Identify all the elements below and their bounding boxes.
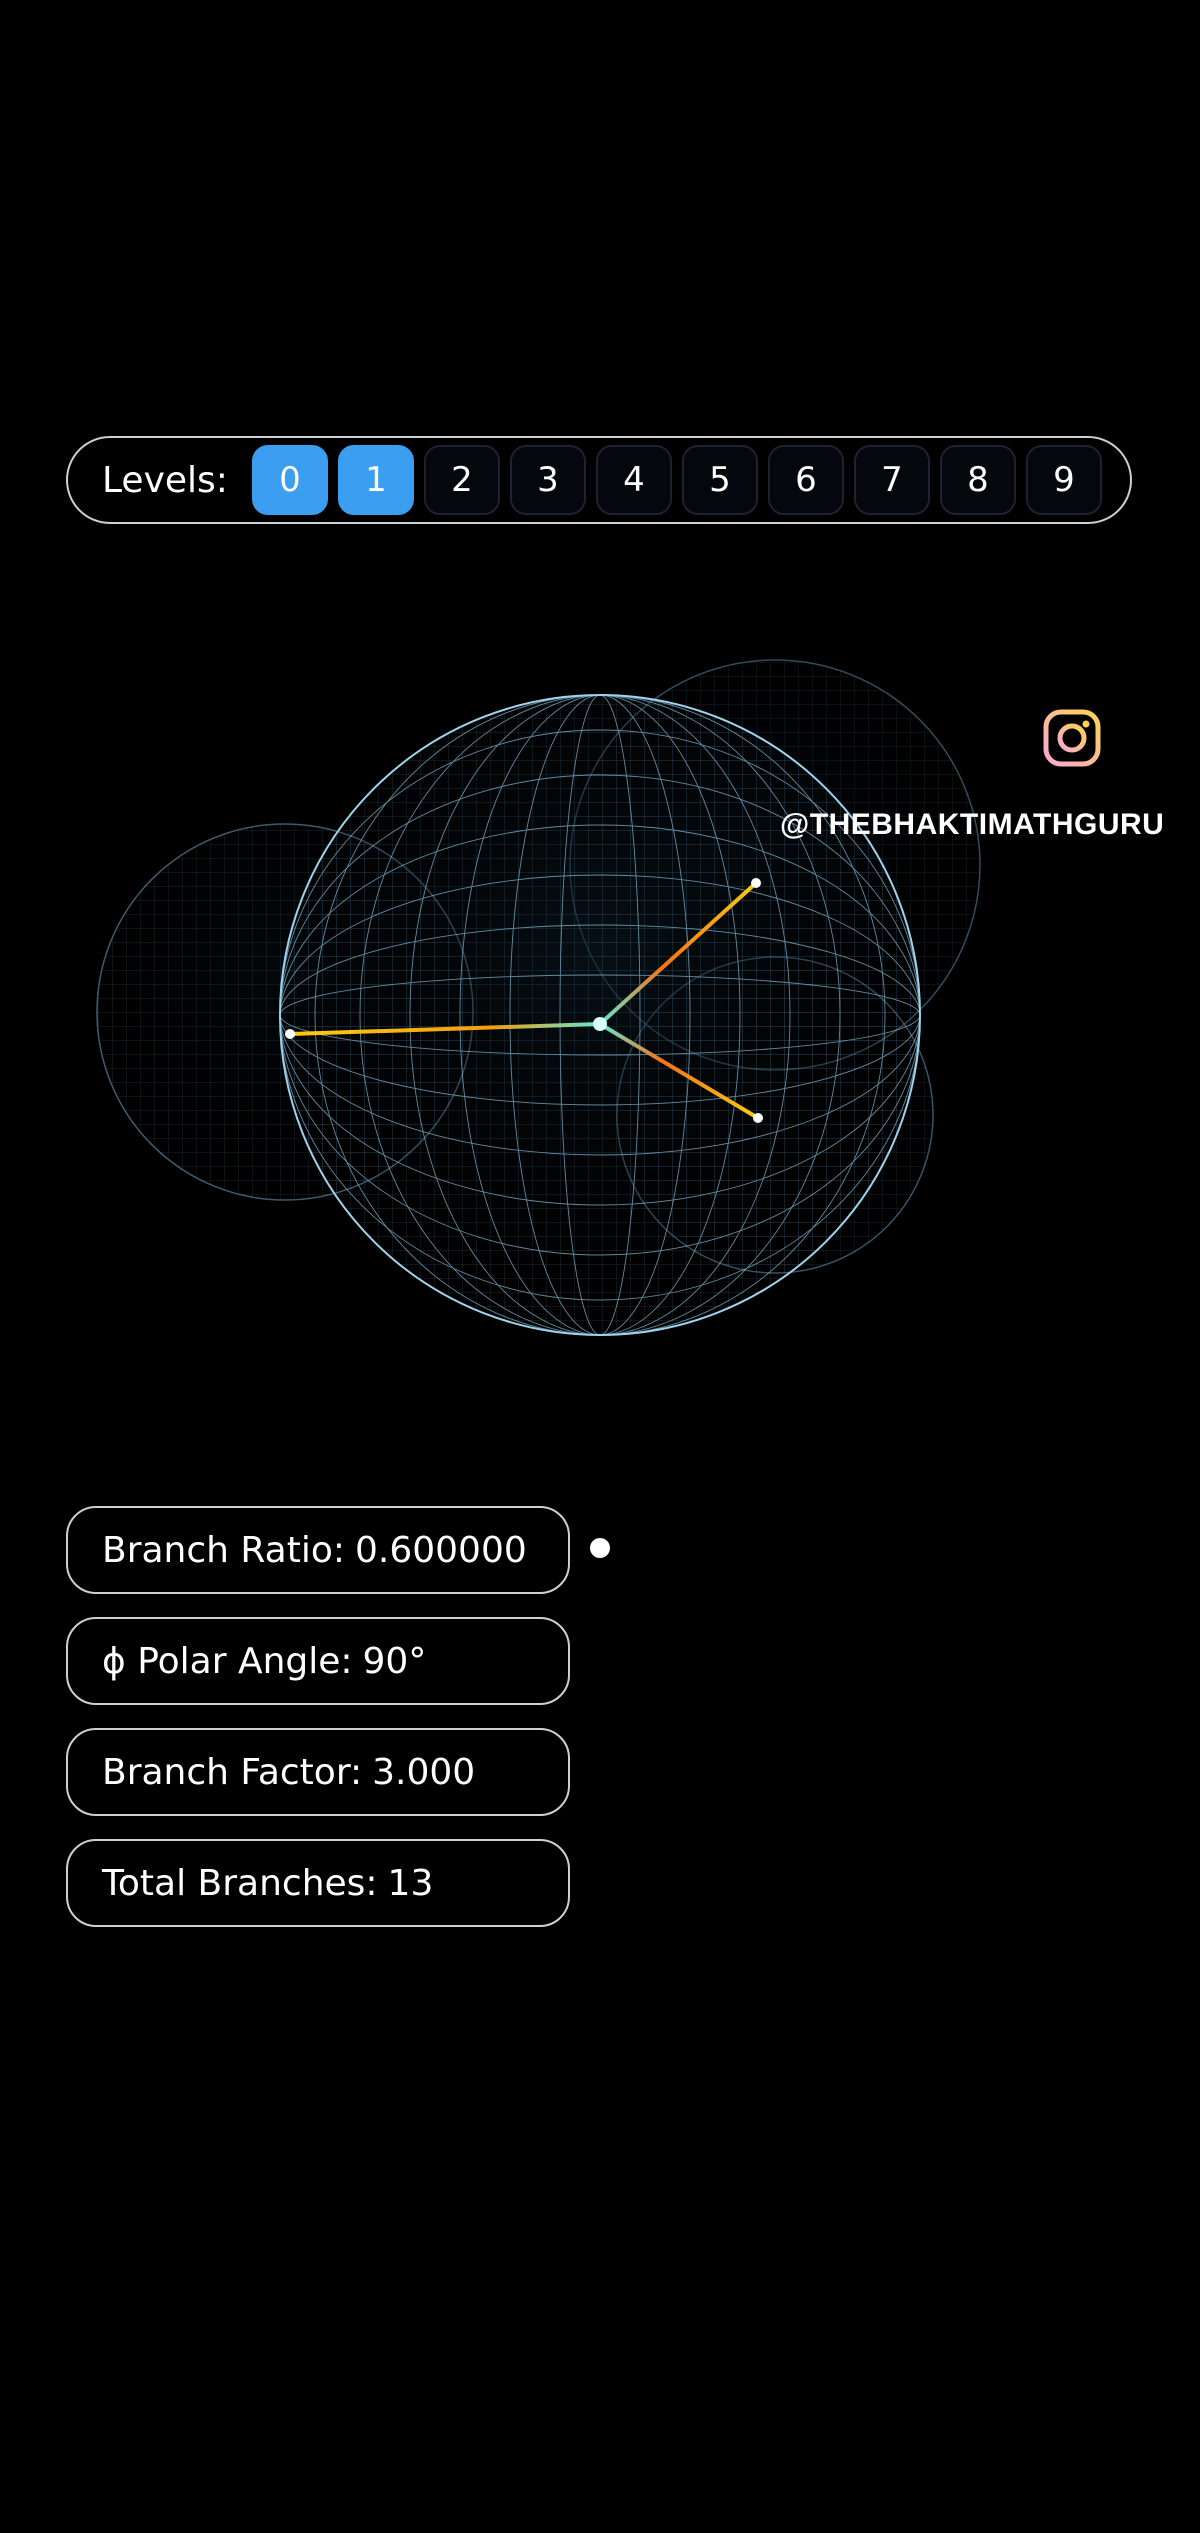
- instagram-icon: [1043, 709, 1101, 767]
- branch-factor-display: Branch Factor: 3.000: [66, 1728, 570, 1816]
- branch-factor-label: Branch Factor:: [102, 1751, 363, 1793]
- level-button-2[interactable]: 2: [424, 445, 500, 515]
- branch-ratio-value: 0.600000: [354, 1529, 527, 1571]
- level-button-3[interactable]: 3: [510, 445, 586, 515]
- total-branches-display: Total Branches: 13: [66, 1839, 570, 1927]
- levels-label: Levels:: [102, 459, 228, 501]
- polar-angle-label: ϕ Polar Angle:: [102, 1640, 353, 1682]
- node-center: [593, 1017, 607, 1031]
- levels-selector: Levels: 0 1 2 3 4 5 6 7 8 9: [66, 436, 1132, 524]
- node-upper-right: [751, 878, 761, 888]
- level-button-5[interactable]: 5: [682, 445, 758, 515]
- branch-factor-value: 3.000: [372, 1751, 476, 1793]
- polar-angle-display: ϕ Polar Angle: 90°: [66, 1617, 570, 1705]
- level-button-1[interactable]: 1: [338, 445, 414, 515]
- fractal-3d-canvas[interactable]: [0, 620, 1200, 1580]
- polar-angle-value: 90°: [362, 1640, 427, 1682]
- level-button-4[interactable]: 4: [596, 445, 672, 515]
- total-branches-value: 13: [387, 1862, 434, 1904]
- level-button-0[interactable]: 0: [252, 445, 328, 515]
- branch-ratio-display: Branch Ratio: 0.600000: [66, 1506, 570, 1594]
- branch-ratio-label: Branch Ratio:: [102, 1529, 345, 1571]
- level-button-9[interactable]: 9: [1026, 445, 1102, 515]
- creator-handle: @THEBHAKTIMATHGURU: [780, 808, 1165, 841]
- level-button-8[interactable]: 8: [940, 445, 1016, 515]
- level-button-6[interactable]: 6: [768, 445, 844, 515]
- total-branches-label: Total Branches:: [102, 1862, 378, 1904]
- node-lower-right: [753, 1113, 763, 1123]
- node-root: [590, 1538, 610, 1558]
- level-button-7[interactable]: 7: [854, 445, 930, 515]
- node-left: [285, 1029, 295, 1039]
